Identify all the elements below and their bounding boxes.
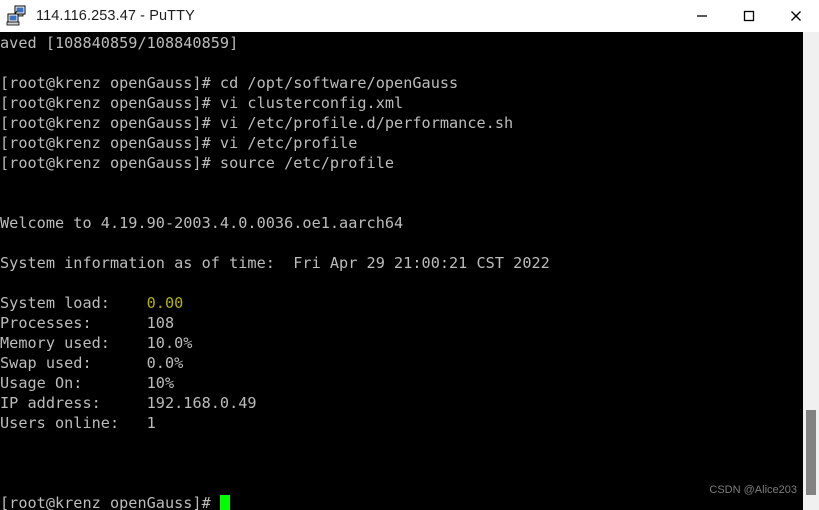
terminal-text-area: aved [108840859/108840859] [root@krenz o… — [0, 32, 550, 510]
stat-processes: Processes: 108 — [0, 313, 550, 333]
stat-processes-value: 108 — [146, 314, 175, 332]
maximize-button[interactable] — [725, 0, 772, 32]
minimize-button[interactable] — [678, 0, 725, 32]
stat-usage-on: Usage On: 10% — [0, 373, 550, 393]
maximize-icon — [743, 10, 754, 22]
stat-memory-used: Memory used: 10.0% — [0, 333, 550, 353]
line-blank-1 — [0, 53, 550, 73]
putty-window: 114.116.253.47 - PuTTY aved [108840859/1… — [0, 0, 819, 510]
line-cmd-vi-clusterconfig: [root@krenz openGauss]# vi clusterconfig… — [0, 94, 404, 112]
stat-memory-used-value: 10.0% — [146, 334, 193, 352]
line-blank-trailing-3 — [0, 473, 550, 493]
shell-prompt: [root@krenz openGauss]# — [0, 494, 220, 510]
line-sysinfo-header: System information as of time: Fri Apr 2… — [0, 254, 550, 272]
stat-ip-address: IP address: 192.168.0.49 — [0, 393, 550, 413]
stat-usage-on-value: 10% — [146, 374, 175, 392]
stat-users-online-label: Users online: — [0, 414, 147, 432]
line-welcome: Welcome to 4.19.90-2003.4.0.0036.oe1.aar… — [0, 214, 404, 232]
line-download-saved: aved [108840859/108840859] — [0, 34, 239, 52]
stat-ip-address-value: 192.168.0.49 — [146, 394, 257, 412]
terminal-scrollbar[interactable] — [803, 32, 819, 510]
window-title: 114.116.253.47 - PuTTY — [36, 8, 195, 24]
stat-swap-used: Swap used: 0.0% — [0, 353, 550, 373]
terminal-cursor — [219, 495, 230, 510]
line-cmd-cd: [root@krenz openGauss]# cd /opt/software… — [0, 74, 459, 92]
line-blank-2 — [0, 173, 550, 193]
window-titlebar[interactable]: 114.116.253.47 - PuTTY — [0, 0, 819, 32]
stat-system-load-value: 0.00 — [146, 294, 184, 312]
line-blank-5 — [0, 273, 550, 293]
terminal-screen[interactable]: aved [108840859/108840859] [root@krenz o… — [0, 32, 803, 510]
line-blank-3 — [0, 193, 550, 213]
stat-usage-on-label: Usage On: — [0, 374, 147, 392]
stat-users-online: Users online: 1 — [0, 413, 550, 433]
watermark: CSDN @Alice203 — [709, 484, 797, 496]
stat-swap-used-label: Swap used: — [0, 354, 147, 372]
line-blank-4 — [0, 233, 550, 253]
window-controls — [678, 0, 819, 32]
stat-users-online-value: 1 — [146, 414, 156, 432]
close-button[interactable] — [772, 0, 819, 32]
line-blank-trailing-1 — [0, 433, 550, 453]
line-cmd-vi-profile: [root@krenz openGauss]# vi /etc/profile — [0, 134, 358, 152]
line-active-prompt[interactable]: [root@krenz openGauss]# — [0, 493, 550, 510]
scrollbar-thumb[interactable] — [806, 410, 816, 495]
line-blank-trailing-2 — [0, 453, 550, 473]
stat-swap-used-value: 0.0% — [146, 354, 184, 372]
close-icon — [790, 11, 801, 21]
stat-system-load-label: System load: — [0, 294, 147, 312]
stat-processes-label: Processes: — [0, 314, 147, 332]
line-cmd-vi-performance: [root@krenz openGauss]# vi /etc/profile.… — [0, 114, 514, 132]
putty-icon — [6, 5, 28, 27]
stat-ip-address-label: IP address: — [0, 394, 147, 412]
minimize-icon — [696, 15, 707, 17]
stat-system-load: System load: 0.00 — [0, 293, 550, 313]
stat-memory-used-label: Memory used: — [0, 334, 147, 352]
line-cmd-source-profile: [root@krenz openGauss]# source /etc/prof… — [0, 154, 395, 172]
